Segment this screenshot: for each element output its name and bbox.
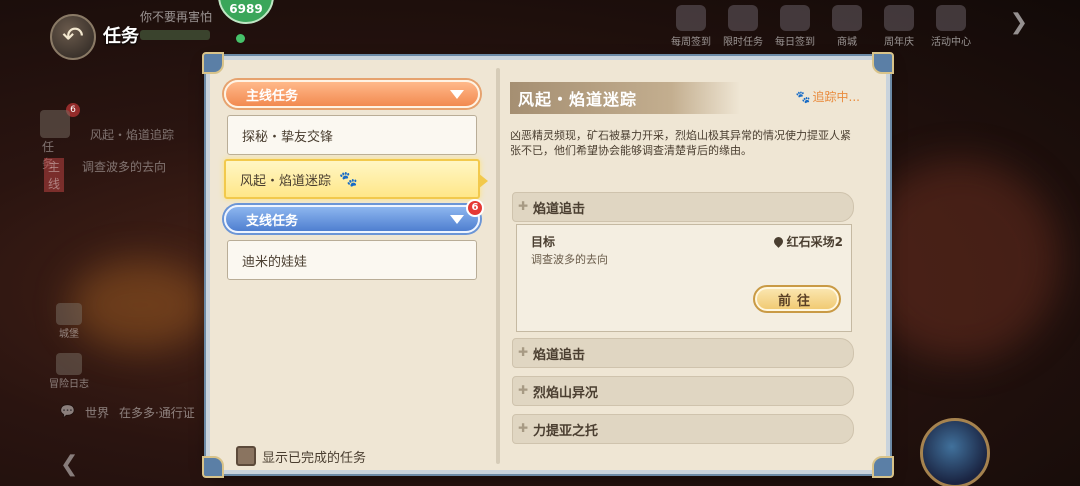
chat-bubble-icon: 💬 xyxy=(60,404,75,418)
top-menu-item[interactable]: 限时任务 xyxy=(720,4,766,48)
plus-icon: ✚ xyxy=(518,421,529,435)
objective-text: 调查波多的去向 xyxy=(531,253,608,266)
side-menu-item[interactable]: 冒险日志 xyxy=(44,350,94,390)
top-menu-item[interactable]: 商城 xyxy=(824,4,870,48)
quest-panel: 主线任务 探秘・挚友交锋 风起・焰道迷踪 🐾 支线任务 6 迪米的娃娃 显示已完… xyxy=(202,52,894,478)
chat-bar[interactable]: 💬 世界 在多多·通行证 xyxy=(60,404,195,421)
page-title: 任务 xyxy=(103,26,139,47)
quest-description: 凶恶精灵频现，矿石被暴力开采，烈焰山极其异常的情况使力提亚人紧张不已，他们希望协… xyxy=(510,129,851,157)
paw-tracking-icon: 🐾 xyxy=(339,170,358,188)
quest-title: 风起・焰道迷踪 xyxy=(510,82,740,114)
menu-item-icon xyxy=(832,5,862,31)
go-button[interactable]: 前往 xyxy=(753,285,841,313)
panel-corner-decoration xyxy=(872,456,894,478)
notification-badge: 6 xyxy=(466,199,484,217)
lava-glow xyxy=(860,160,1060,360)
pane-divider xyxy=(496,68,500,464)
panel-corner-decoration xyxy=(202,456,224,478)
quest-section-header[interactable]: ✚ 烈焰山异况 xyxy=(512,376,854,406)
currency-value: 6989 xyxy=(229,2,263,16)
category-label: 支线任务 xyxy=(246,213,299,229)
checkbox[interactable] xyxy=(236,446,256,466)
side-menu-item[interactable]: 城堡 xyxy=(44,300,94,340)
quest-item[interactable]: 探秘・挚友交锋 xyxy=(227,115,477,155)
category-label: 主线任务 xyxy=(246,88,299,104)
panel-corner-decoration xyxy=(202,52,224,74)
plus-icon: ✚ xyxy=(518,345,529,359)
quest-title-bar: 风起・焰道迷踪 🐾 追踪中... xyxy=(510,82,860,114)
objective-box: 目标 调查波多的去向 红石采场2 前往 xyxy=(516,224,852,332)
tracking-status[interactable]: 🐾 追踪中... xyxy=(796,88,860,105)
castle-icon xyxy=(56,303,82,325)
back-button[interactable]: ↶ xyxy=(50,14,96,60)
objective-label: 目标 xyxy=(531,235,556,249)
location-pin-icon xyxy=(771,235,785,248)
plus-icon: ✚ xyxy=(518,383,529,397)
chevron-down-icon xyxy=(450,215,464,224)
plus-icon: ✚ xyxy=(518,199,529,213)
top-menu-item[interactable]: 每周签到 xyxy=(668,4,714,48)
status-dot-icon xyxy=(236,34,245,43)
quest-star-icon xyxy=(40,110,70,138)
show-completed-toggle[interactable]: 显示已完成的任务 xyxy=(236,446,366,466)
paw-icon: 🐾 xyxy=(795,89,811,104)
quest-detail: 风起・焰道迷踪 🐾 追踪中... 凶恶精灵频现，矿石被暴力开采，烈焰山极其异常的… xyxy=(510,82,860,462)
hud-status-text: 你不要再害怕 xyxy=(140,10,213,24)
hud-progress-bar xyxy=(140,30,210,40)
top-menu-item[interactable]: 周年庆 xyxy=(876,4,922,48)
sword-icon xyxy=(56,353,82,375)
quest-item-selected[interactable]: 风起・焰道迷踪 🐾 xyxy=(224,159,488,199)
menu-item-icon xyxy=(936,5,966,31)
top-menu: 每周签到 限时任务 每日签到 商城 周年庆 活动中心 xyxy=(668,4,974,48)
objective-location: 红石采场2 xyxy=(771,233,843,250)
quest-item[interactable]: 迪米的娃娃 xyxy=(227,240,477,280)
map-orb-icon[interactable] xyxy=(920,418,990,486)
quest-section-header[interactable]: ✚ 焰道追击 xyxy=(512,338,854,368)
menu-item-icon xyxy=(780,5,810,31)
top-menu-item[interactable]: 每日签到 xyxy=(772,4,818,48)
menu-item-icon xyxy=(884,5,914,31)
top-menu-item[interactable]: 活动中心 xyxy=(928,4,974,48)
quest-list: 主线任务 探秘・挚友交锋 风起・焰道迷踪 🐾 支线任务 6 迪米的娃娃 显示已完… xyxy=(224,80,488,466)
category-side-quests[interactable]: 支线任务 6 xyxy=(224,199,484,233)
category-main-quests[interactable]: 主线任务 xyxy=(224,80,480,108)
quest-section-header[interactable]: ✚ 焰道追击 xyxy=(512,192,854,222)
menu-item-icon xyxy=(676,5,706,31)
show-completed-label: 显示已完成的任务 xyxy=(262,450,367,466)
panel-corner-decoration xyxy=(872,52,894,74)
quest-section-header[interactable]: ✚ 力提亚之托 xyxy=(512,414,854,444)
chevron-down-icon xyxy=(450,90,464,99)
chevron-right-icon[interactable]: ❯ xyxy=(1010,10,1028,35)
back-arrow-icon: ↶ xyxy=(62,22,84,52)
menu-item-icon xyxy=(728,5,758,31)
chevron-left-icon[interactable]: ❮ xyxy=(60,452,78,477)
